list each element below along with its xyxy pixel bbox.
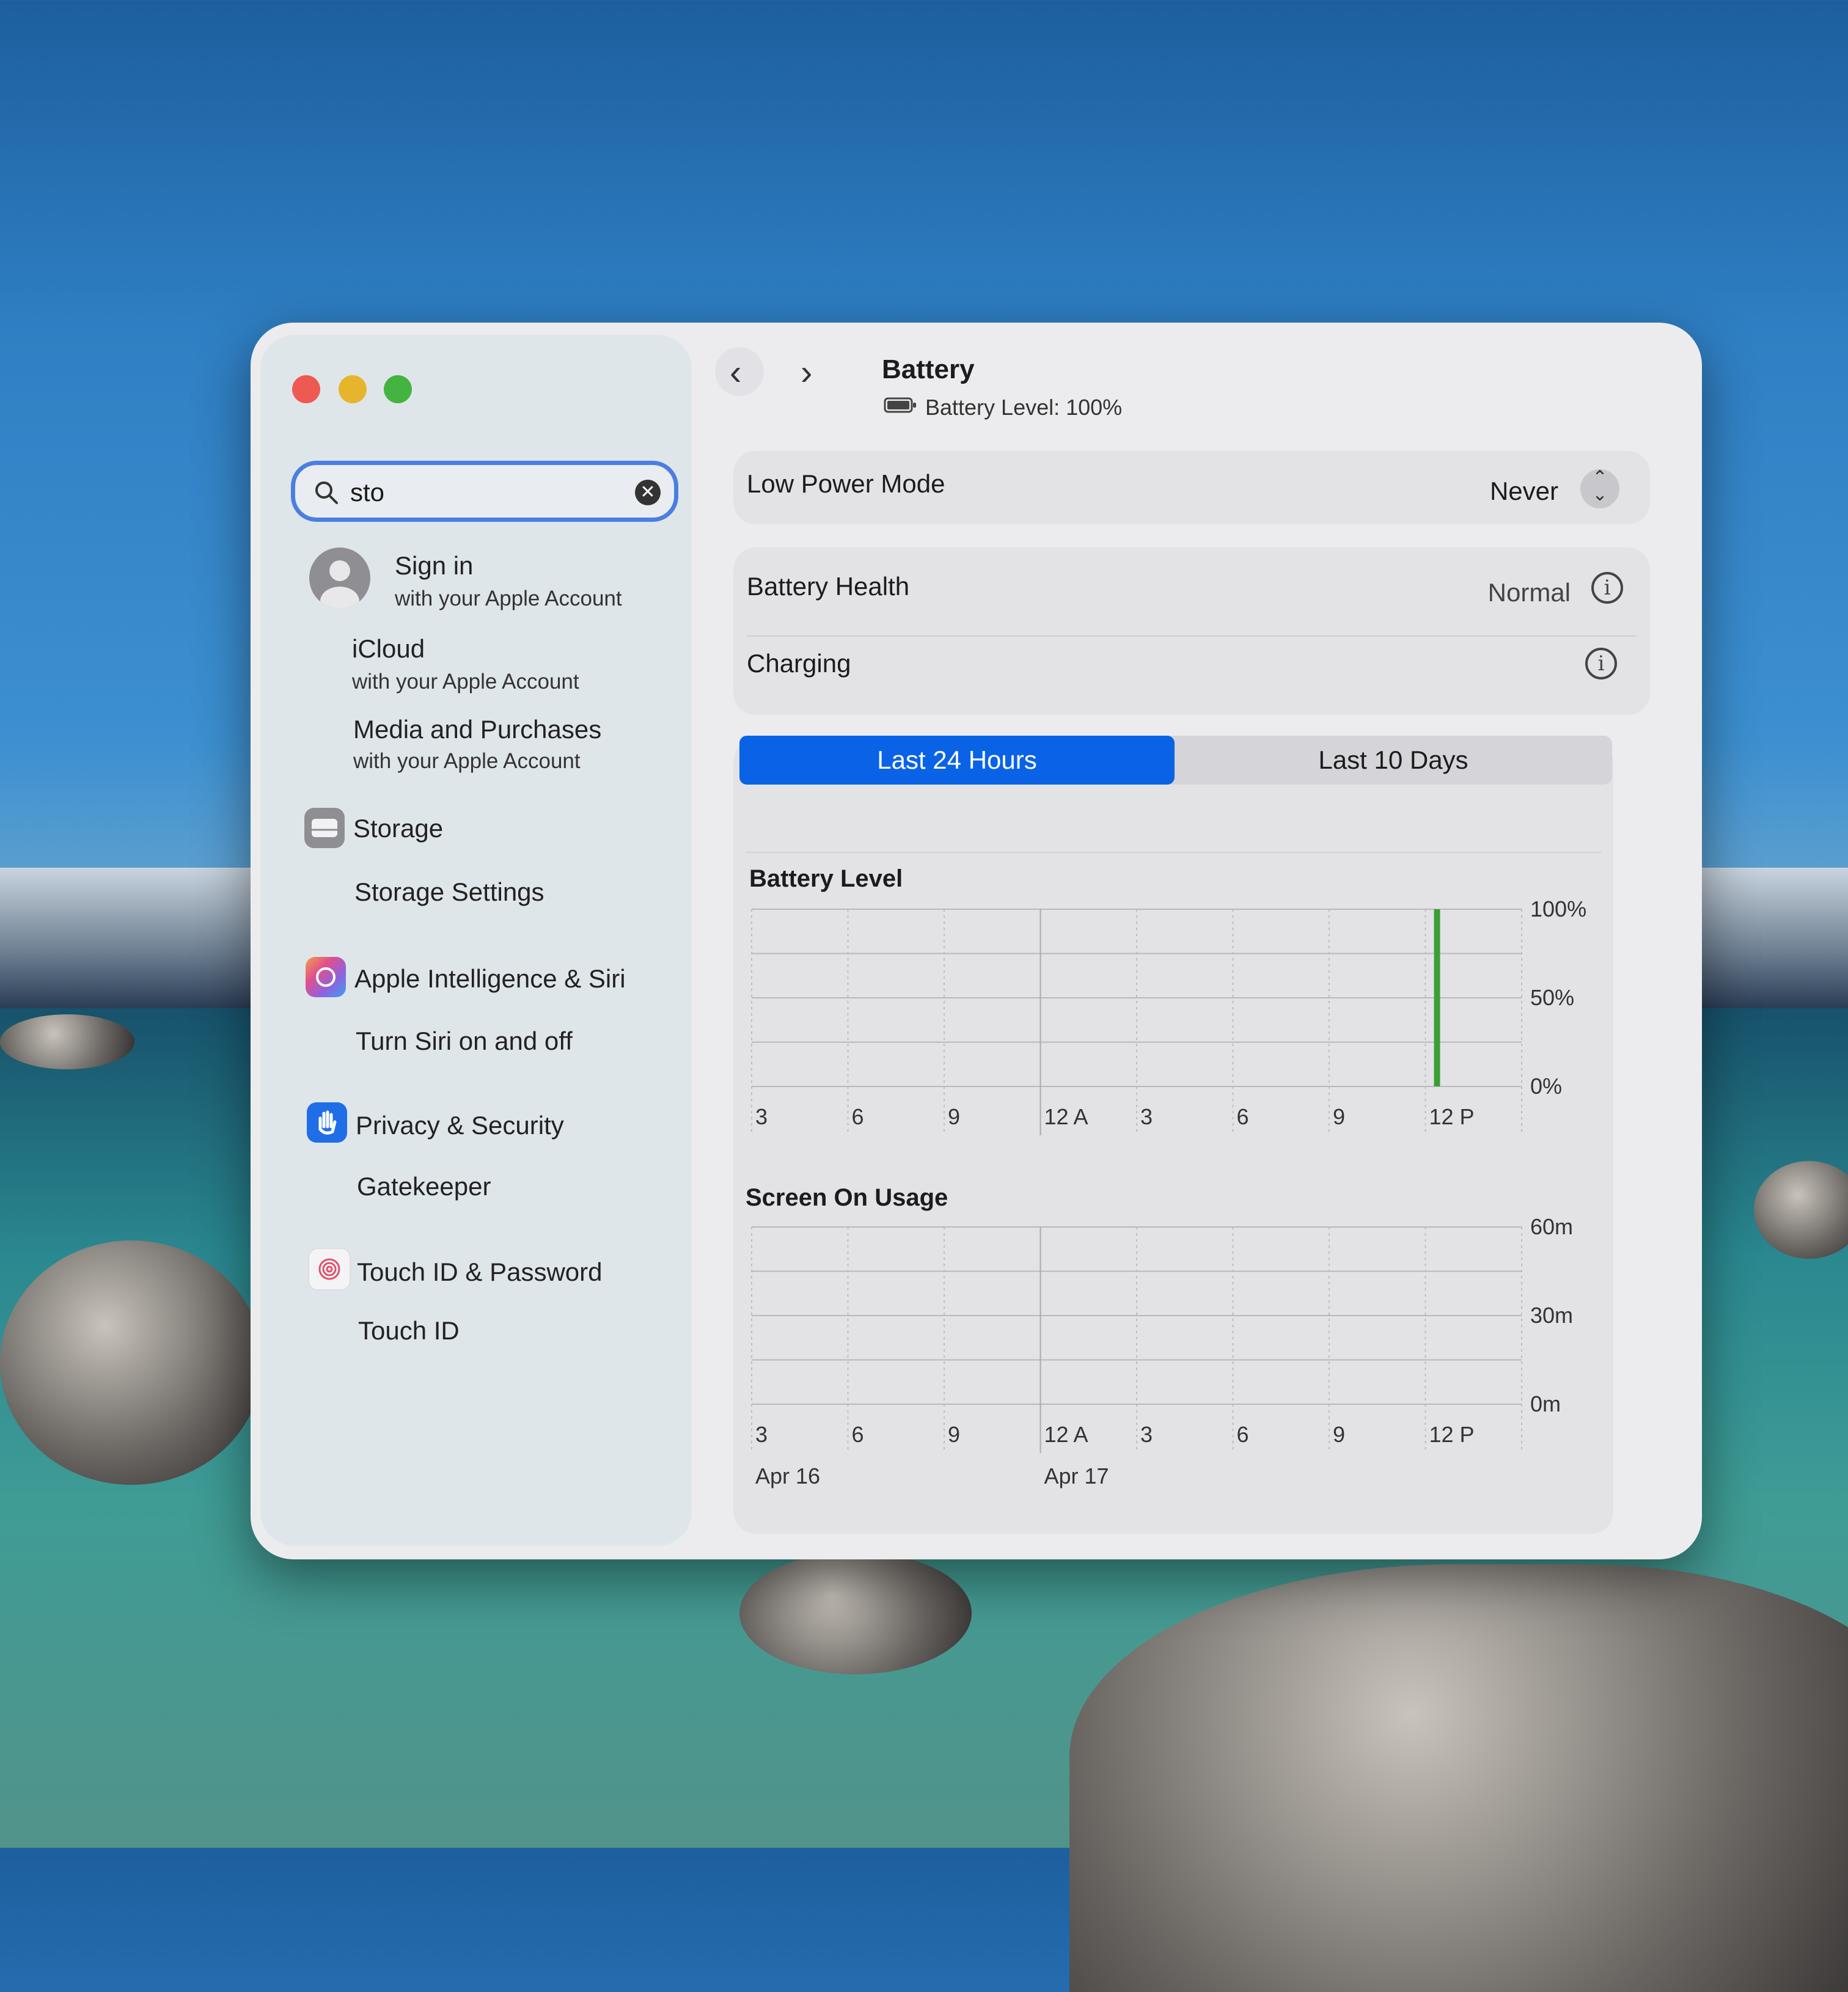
touch-id-result[interactable]: Touch ID <box>358 1316 460 1346</box>
person-icon <box>320 560 359 609</box>
back-chevron-icon[interactable]: ‹ <box>730 352 741 393</box>
sidebar-item-touch-id-password[interactable]: Touch ID & Password <box>357 1258 603 1287</box>
wallpaper-mountains-left <box>0 868 257 1008</box>
x-tick-label: 3 <box>755 1422 768 1447</box>
hand-icon <box>307 1102 347 1143</box>
storage-settings-result[interactable]: Storage Settings <box>354 877 544 907</box>
y-tick-label: 30m <box>1530 1303 1573 1328</box>
x-tick-label: 3 <box>1140 1104 1153 1129</box>
x-tick-label: 6 <box>852 1422 864 1447</box>
siri-icon <box>306 957 346 997</box>
x-tick-label: 6 <box>852 1104 864 1129</box>
avatar[interactable] <box>309 547 370 609</box>
screen-on-usage-chart: 3 6 9 12 A 3 6 9 12 P 60m 30m 0m Apr 16 Apr 17 <box>751 1215 1573 1489</box>
date-label: Apr 16 <box>755 1463 820 1489</box>
range-tabs: Last 24 Hours Last 10 Days <box>739 736 1612 785</box>
x-tick-label: 12 P <box>1429 1422 1475 1447</box>
y-tick-label: 60m <box>1530 1215 1573 1239</box>
sign-in-title[interactable]: Sign in <box>395 551 473 580</box>
search-icon <box>315 482 338 504</box>
forward-chevron-icon[interactable]: › <box>801 352 812 393</box>
minimize-button[interactable] <box>339 375 367 403</box>
close-button[interactable] <box>292 375 320 403</box>
x-tick-label: 9 <box>948 1104 960 1129</box>
y-tick-label: 100% <box>1530 897 1586 921</box>
storage-icon <box>304 808 345 848</box>
sidebar: ✕ Sign in with your Apple Account iCloud… <box>260 335 692 1546</box>
charging-info-icon[interactable]: i <box>1585 648 1617 679</box>
x-tick-label: 9 <box>1333 1422 1345 1447</box>
battery-health-label: Battery Health <box>747 572 910 601</box>
battery-level-chart-title: Battery Level <box>749 865 903 892</box>
result-icloud-title[interactable]: iCloud <box>352 634 425 664</box>
sidebar-item-privacy-security[interactable]: Privacy & Security <box>356 1111 564 1140</box>
wallpaper-rock <box>739 1552 972 1674</box>
x-tick-label: 12 P <box>1429 1104 1475 1129</box>
tab-last-24-hours[interactable]: Last 24 Hours <box>739 736 1175 785</box>
zoom-button[interactable] <box>384 375 412 403</box>
panel-divider <box>746 852 1601 853</box>
sidebar-item-apple-intelligence-siri[interactable]: Apple Intelligence & Siri <box>354 964 626 994</box>
result-media-title[interactable]: Media and Purchases <box>353 715 601 744</box>
y-tick-label: 0m <box>1530 1391 1561 1416</box>
page-title: Battery <box>882 354 975 384</box>
charging-label: Charging <box>747 649 851 678</box>
battery-icon <box>884 397 916 413</box>
screen-on-usage-chart-title: Screen On Usage <box>746 1184 948 1211</box>
battery-level-chart: 3 6 9 12 A 3 6 9 12 P 100% 50% 0% <box>751 897 1586 1135</box>
gatekeeper-result[interactable]: Gatekeeper <box>357 1172 491 1201</box>
x-tick-label: 3 <box>755 1104 768 1129</box>
turn-siri-result[interactable]: Turn Siri on and off <box>356 1027 573 1056</box>
x-tick-label: 9 <box>1333 1104 1345 1129</box>
result-media-subtitle: with your Apple Account <box>353 749 581 773</box>
settings-window: ✕ Sign in with your Apple Account iCloud… <box>251 323 1702 1559</box>
low-power-mode-stepper[interactable]: ⌃ ⌄ <box>1580 469 1619 508</box>
y-tick-label: 0% <box>1530 1074 1562 1099</box>
low-power-mode-value[interactable]: Never <box>1490 477 1558 506</box>
low-power-mode-row: Low Power Mode Never ⌃ ⌄ <box>733 451 1650 524</box>
x-tick-label: 6 <box>1237 1422 1249 1447</box>
date-label: Apr 17 <box>1044 1463 1109 1489</box>
search-field[interactable]: ✕ <box>291 461 678 522</box>
battery-health-group: Battery Health Normal i Charging i <box>733 547 1650 715</box>
battery-level-subtitle: Battery Level: 100% <box>925 395 1123 420</box>
battery-level-bar <box>1434 909 1440 1086</box>
tab-last-10-days[interactable]: Last 10 Days <box>1175 736 1612 785</box>
battery-health-info-icon[interactable]: i <box>1591 572 1623 604</box>
wallpaper-rock <box>0 1240 263 1485</box>
y-tick-label: 50% <box>1530 985 1574 1010</box>
fingerprint-icon <box>308 1248 351 1291</box>
wallpaper-rock <box>0 1014 134 1069</box>
result-icloud-subtitle: with your Apple Account <box>352 670 579 694</box>
search-input[interactable] <box>349 475 620 510</box>
x-tick-label: 12 A <box>1044 1104 1088 1129</box>
clear-search-icon[interactable]: ✕ <box>635 480 661 505</box>
wallpaper-rock <box>1069 1564 1848 1992</box>
low-power-mode-label: Low Power Mode <box>747 469 945 498</box>
sign-in-subtitle: with your Apple Account <box>395 587 622 610</box>
x-tick-label: 12 A <box>1044 1422 1088 1447</box>
x-tick-label: 6 <box>1237 1104 1249 1129</box>
x-tick-label: 9 <box>948 1422 960 1447</box>
row-divider <box>747 635 1637 637</box>
sidebar-item-storage[interactable]: Storage <box>353 814 443 843</box>
x-tick-label: 3 <box>1140 1422 1153 1447</box>
battery-health-value: Normal <box>1487 578 1571 607</box>
